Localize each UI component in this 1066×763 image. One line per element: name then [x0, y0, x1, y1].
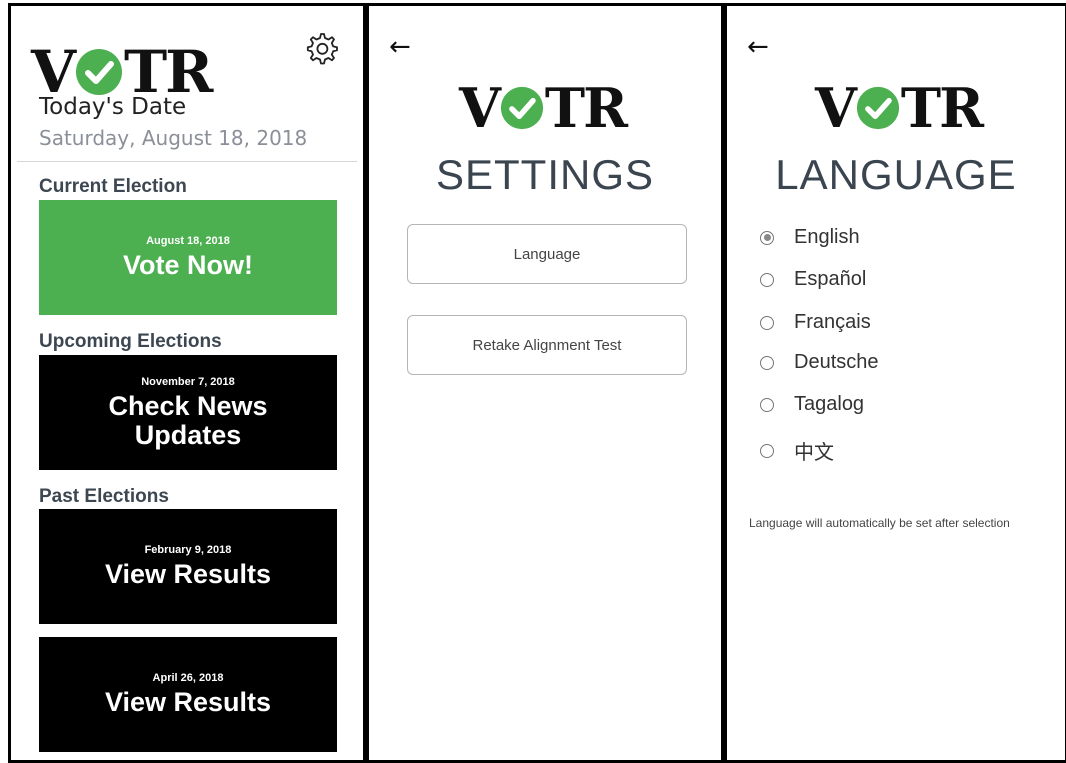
- home-screen: V TR Today's Date Saturday, August 18, 2…: [8, 3, 366, 763]
- radio-button-selected[interactable]: [760, 230, 774, 245]
- language-label: Français: [794, 311, 871, 333]
- radio-button[interactable]: [760, 315, 774, 330]
- upcoming-election-card[interactable]: November 7, 2018 Check News Updates: [39, 355, 337, 470]
- election-date: April 26, 2018: [152, 672, 224, 684]
- language-button[interactable]: Language: [407, 224, 687, 284]
- back-arrow-icon[interactable]: ←: [389, 32, 411, 62]
- today-label: Today's Date: [39, 94, 187, 120]
- language-screen: ← V TR LANGUAGE English Español Français…: [724, 3, 1066, 763]
- language-option-tagalog[interactable]: Tagalog: [760, 393, 864, 416]
- check-news-label: Check News Updates: [108, 390, 268, 450]
- back-arrow-icon[interactable]: ←: [747, 32, 769, 62]
- language-option-deutsche[interactable]: Deutsche: [760, 351, 879, 374]
- retake-alignment-test-button[interactable]: Retake Alignment Test: [407, 315, 687, 375]
- language-option-english[interactable]: English: [760, 226, 860, 249]
- language-label: Español: [794, 268, 867, 290]
- language-note: Language will automatically be set after…: [749, 516, 1010, 530]
- language-option-francais[interactable]: Français: [760, 311, 871, 334]
- current-election-heading: Current Election: [39, 176, 187, 197]
- logo-letter-v: V: [815, 76, 857, 140]
- checkmark-logo-icon: [500, 86, 543, 130]
- past-election-card[interactable]: February 9, 2018 View Results: [39, 509, 337, 624]
- language-label: Tagalog: [794, 393, 865, 415]
- logo-letter-v: V: [459, 76, 501, 140]
- language-label: 中文: [794, 442, 834, 464]
- checkmark-logo-icon: [856, 86, 899, 130]
- votr-logo: V TR: [459, 76, 628, 140]
- radio-button[interactable]: [760, 272, 774, 287]
- vote-now-card[interactable]: August 18, 2018 Vote Now!: [39, 200, 337, 315]
- logo-letters-tr: TR: [900, 76, 984, 140]
- language-option-chinese[interactable]: 中文: [760, 436, 834, 465]
- radio-button[interactable]: [760, 397, 774, 412]
- settings-screen: ← V TR SETTINGS Language Retake Alignmen…: [366, 3, 724, 763]
- past-election-card[interactable]: April 26, 2018 View Results: [39, 637, 337, 752]
- view-results-label: View Results: [104, 559, 272, 589]
- upcoming-elections-heading: Upcoming Elections: [39, 331, 222, 352]
- votr-logo: V TR: [815, 76, 984, 140]
- checkmark-logo-icon: [76, 49, 123, 95]
- page-title: SETTINGS: [435, 151, 655, 198]
- view-results-label: View Results: [104, 687, 272, 717]
- divider: [17, 161, 357, 162]
- language-label: Deutsche: [794, 351, 879, 373]
- today-date: Saturday, August 18, 2018: [39, 126, 308, 150]
- radio-button[interactable]: [760, 355, 774, 370]
- page-title: LANGUAGE: [775, 151, 1017, 198]
- election-date: August 18, 2018: [146, 235, 230, 247]
- logo-letters-tr: TR: [544, 76, 628, 140]
- election-date: February 9, 2018: [144, 544, 232, 556]
- gear-icon[interactable]: [303, 30, 339, 66]
- language-option-espanol[interactable]: Español: [760, 268, 866, 291]
- radio-button[interactable]: [760, 443, 774, 458]
- election-date: November 7, 2018: [141, 375, 235, 388]
- vote-now-label: Vote Now!: [123, 250, 253, 280]
- past-elections-heading: Past Elections: [39, 486, 169, 507]
- language-label: English: [794, 226, 860, 248]
